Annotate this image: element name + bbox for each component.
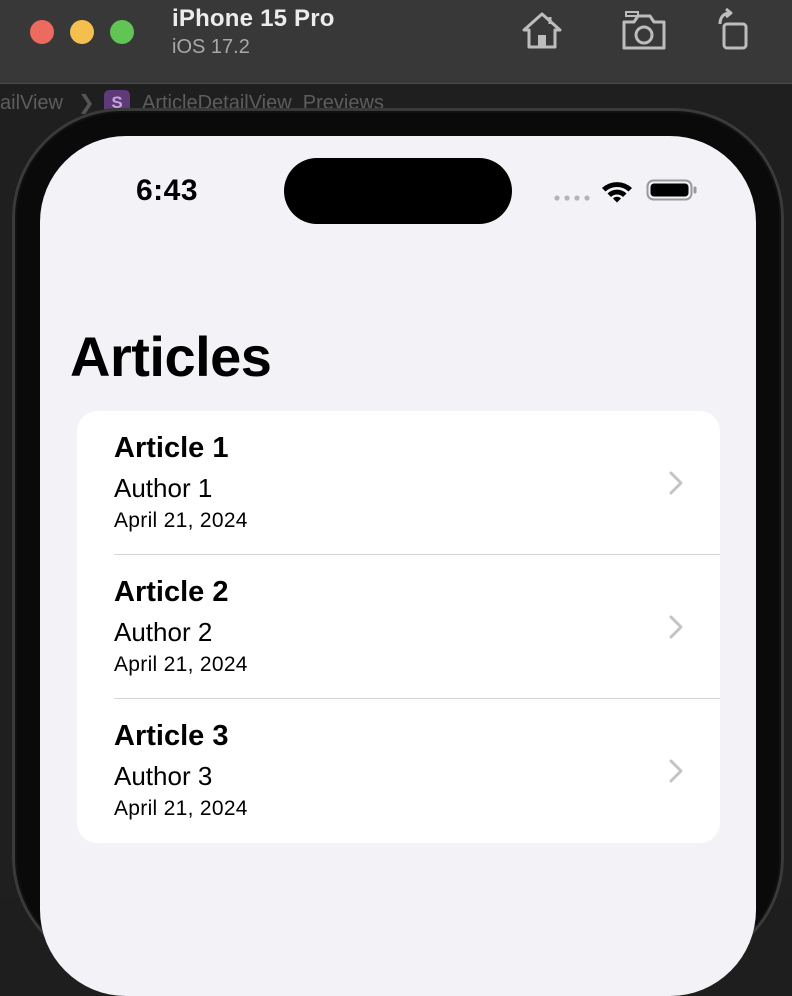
breadcrumb-item[interactable]: ailView	[0, 85, 63, 121]
articles-list: Article 1 Author 1 April 21, 2024 Articl…	[77, 411, 720, 843]
home-icon[interactable]	[520, 8, 564, 54]
list-item[interactable]: Article 3 Author 3 April 21, 2024	[77, 699, 720, 843]
phone-screen: 6:43 Articles Article 1 Author 1 April 2…	[40, 136, 756, 996]
cellular-signal-icon	[554, 195, 590, 201]
article-author: Author 1	[114, 473, 213, 503]
chevron-right-icon	[669, 615, 683, 639]
screenshot-icon[interactable]	[620, 8, 666, 54]
battery-icon	[646, 179, 697, 201]
article-date: April 21, 2024	[114, 509, 248, 532]
article-title: Article 2	[114, 576, 229, 608]
wifi-icon	[602, 182, 632, 203]
os-version: iOS 17.2	[172, 36, 250, 58]
list-item[interactable]: Article 1 Author 1 April 21, 2024	[77, 411, 720, 555]
article-date: April 21, 2024	[114, 797, 248, 820]
chevron-right-icon	[669, 471, 683, 495]
close-window-button[interactable]	[30, 20, 54, 44]
article-date: April 21, 2024	[114, 653, 248, 676]
iphone-frame: 6:43 Articles Article 1 Author 1 April 2…	[12, 108, 784, 996]
status-time: 6:43	[136, 174, 199, 207]
article-author: Author 2	[114, 617, 213, 647]
dynamic-island	[284, 158, 512, 224]
page-title: Articles	[70, 325, 272, 388]
list-item[interactable]: Article 2 Author 2 April 21, 2024	[77, 555, 720, 699]
rotate-icon[interactable]	[712, 7, 756, 54]
simulator-titlebar: iPhone 15 Pro iOS 17.2	[0, 0, 792, 84]
zoom-window-button[interactable]	[110, 20, 134, 44]
article-title: Article 3	[114, 720, 229, 752]
article-title: Article 1	[114, 432, 229, 464]
chevron-right-icon	[669, 759, 683, 783]
device-name: iPhone 15 Pro	[172, 5, 335, 32]
minimize-window-button[interactable]	[70, 20, 94, 44]
article-author: Author 3	[114, 761, 213, 791]
